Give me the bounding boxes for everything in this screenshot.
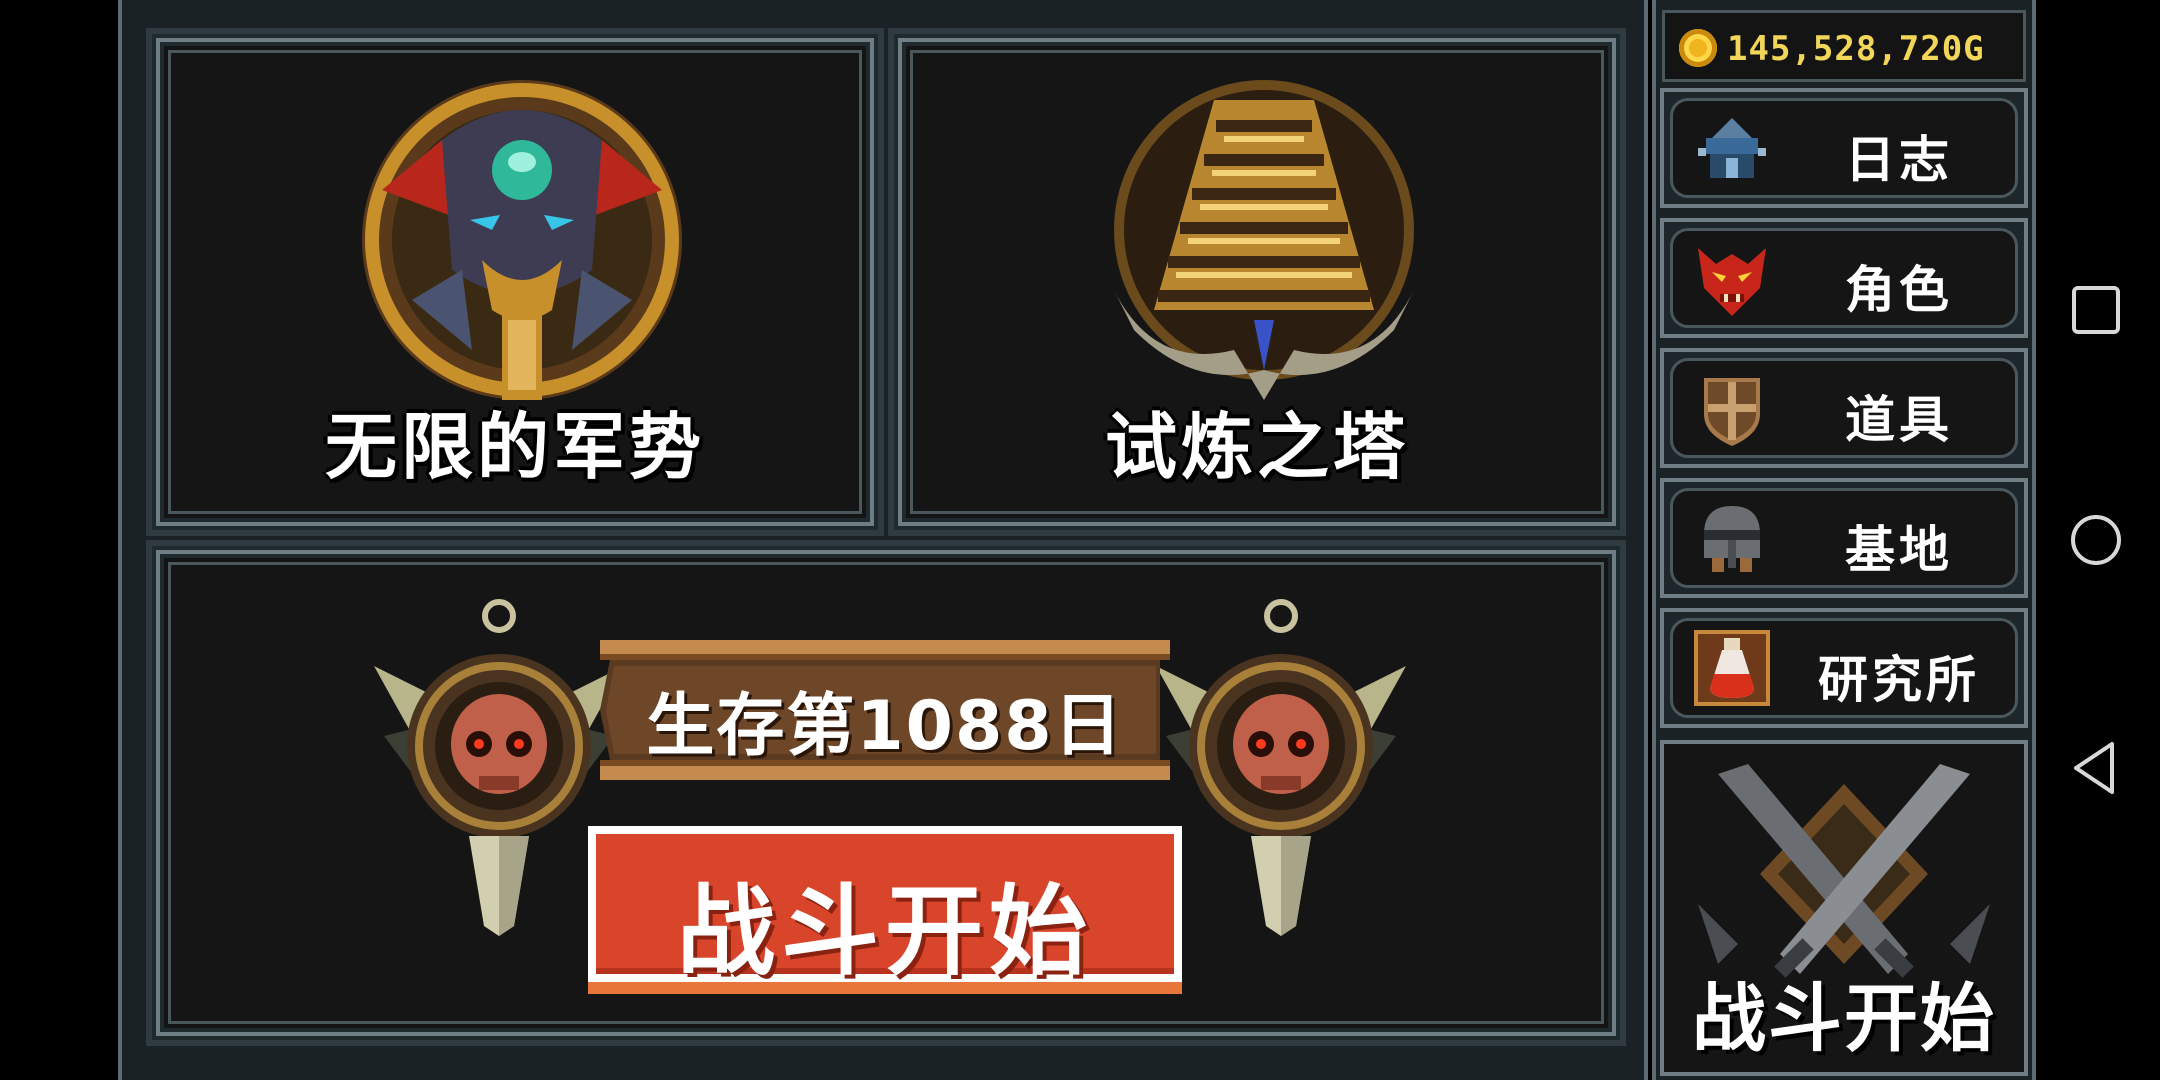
journal-icon xyxy=(1698,118,1766,178)
start-battle-label: 战斗开始 xyxy=(676,875,1093,989)
start-battle-button[interactable]: 战斗开始 xyxy=(588,826,1182,989)
sidebar-battle-button[interactable]: 战斗开始 xyxy=(1660,740,2028,1076)
back-icon[interactable] xyxy=(2064,736,2128,800)
menu-label-items: 道具 xyxy=(1845,391,1953,449)
home-icon[interactable] xyxy=(2064,508,2128,572)
skull-medallion-right-icon xyxy=(1156,599,1406,936)
android-nav-bar xyxy=(2036,0,2160,1080)
menu-label-lab: 研究所 xyxy=(1818,651,1980,709)
menu-label-base: 基地 xyxy=(1845,521,1953,579)
survival-day-text: 生存第1088日 xyxy=(646,687,1124,766)
survival-day-banner: 生存第1088日 xyxy=(600,640,1170,780)
mode-panel-legion[interactable]: 无限的军势 xyxy=(146,28,884,536)
menu-button-journal[interactable]: 日志 xyxy=(1660,88,2028,208)
gold-amount: 145,528,720G xyxy=(1727,29,1985,69)
demon-mask-emblem-icon xyxy=(362,80,682,400)
menu-label-journal: 日志 xyxy=(1845,131,1953,189)
menu-button-items[interactable]: 道具 xyxy=(1660,348,2028,468)
sidebar-battle-label: 战斗开始 xyxy=(1692,976,1996,1062)
gold-coin-icon xyxy=(1679,29,1717,67)
helmet-icon xyxy=(1704,506,1760,572)
tower-emblem-icon xyxy=(1114,80,1414,400)
mode-title-tower: 试炼之塔 xyxy=(1104,405,1409,489)
potion-icon xyxy=(1694,630,1770,706)
character-mask-icon xyxy=(1698,248,1766,316)
mode-panel-tower[interactable]: 试炼之塔 xyxy=(888,28,1626,536)
gold-counter: 145,528,720G xyxy=(1662,10,2026,82)
mode-title-legion: 无限的军势 xyxy=(324,405,705,489)
game-screen: 无限的军势 试炼之塔 生存第1088日 战斗开始 145,528,720G 日志… xyxy=(0,0,2160,1080)
recent-apps-icon[interactable] xyxy=(2064,278,2128,342)
menu-button-character[interactable]: 角色 xyxy=(1660,218,2028,338)
shield-icon xyxy=(1704,378,1760,446)
menu-label-character: 角色 xyxy=(1845,261,1953,319)
menu-button-base[interactable]: 基地 xyxy=(1660,478,2028,598)
menu-button-lab[interactable]: 研究所 xyxy=(1660,608,2028,728)
